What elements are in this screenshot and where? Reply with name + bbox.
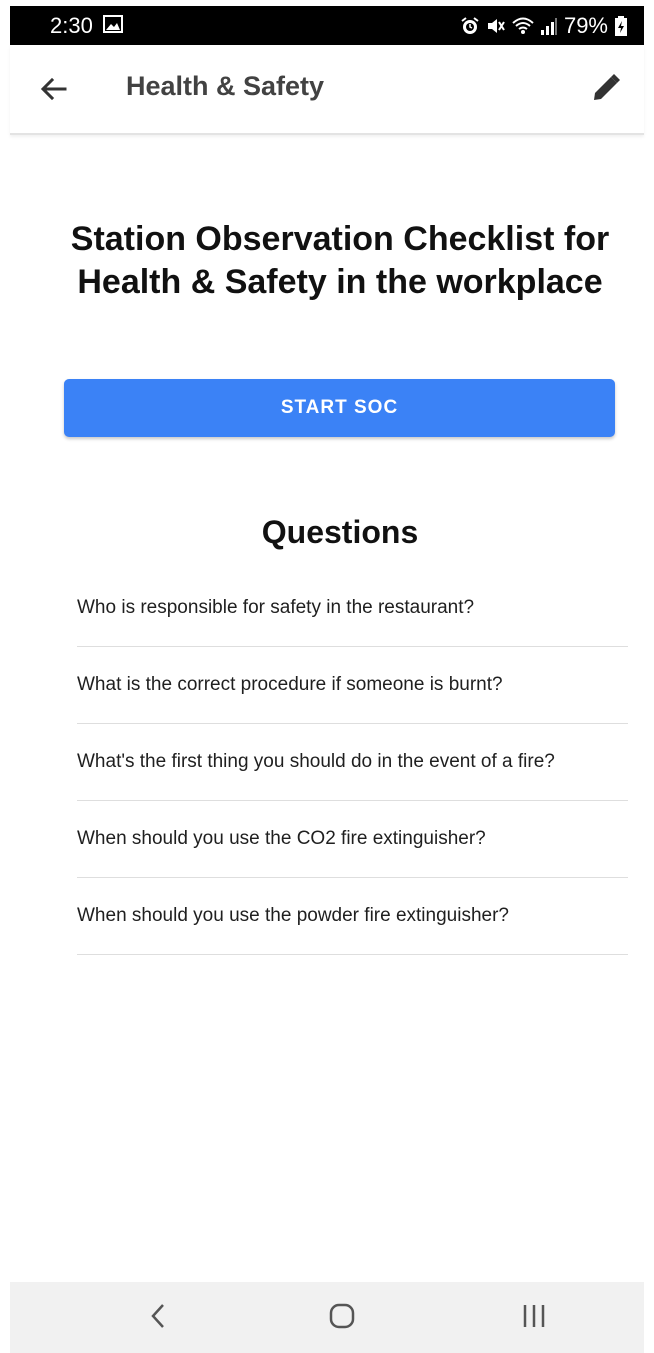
question-text: What is the correct procedure if someone… bbox=[77, 674, 503, 695]
question-item[interactable]: When should you use the powder fire exti… bbox=[77, 878, 628, 955]
back-nav-icon bbox=[148, 1301, 168, 1336]
question-item[interactable]: Who is responsible for safety in the res… bbox=[77, 570, 628, 647]
signal-icon bbox=[540, 16, 558, 36]
mute-icon bbox=[486, 16, 506, 36]
battery-icon bbox=[614, 15, 628, 37]
nav-recents-button[interactable] bbox=[514, 1298, 554, 1338]
status-right: 79% bbox=[460, 13, 628, 39]
question-item[interactable]: What is the correct procedure if someone… bbox=[77, 647, 628, 724]
question-text: When should you use the CO2 fire extingu… bbox=[77, 828, 486, 849]
app-bar: Health & Safety bbox=[10, 45, 644, 135]
question-text: When should you use the powder fire exti… bbox=[77, 905, 509, 926]
wifi-icon bbox=[512, 16, 534, 36]
system-nav-bar bbox=[10, 1282, 644, 1353]
pencil-icon bbox=[591, 73, 621, 108]
status-bar: 2:30 79% bbox=[10, 6, 644, 45]
start-soc-button[interactable]: START SOC bbox=[64, 379, 615, 437]
nav-home-button[interactable] bbox=[322, 1298, 362, 1338]
app-title: Health & Safety bbox=[126, 71, 325, 101]
question-list: Who is responsible for safety in the res… bbox=[77, 570, 628, 955]
status-left: 2:30 bbox=[50, 13, 123, 39]
alarm-icon bbox=[460, 16, 480, 36]
question-item[interactable]: When should you use the CO2 fire extingu… bbox=[77, 801, 628, 878]
screen: 2:30 79% Health & Safety Station Observa… bbox=[0, 0, 654, 1353]
arrow-left-icon bbox=[39, 74, 69, 109]
recents-nav-icon bbox=[520, 1301, 548, 1336]
question-text: Who is responsible for safety in the res… bbox=[77, 597, 475, 618]
nav-back-button[interactable] bbox=[138, 1298, 178, 1338]
status-time: 2:30 bbox=[50, 12, 93, 38]
image-icon bbox=[102, 13, 123, 39]
battery-percent: 79% bbox=[563, 12, 608, 38]
page-heading: Station Observation Checklist for Health… bbox=[70, 220, 610, 301]
question-text: What's the first thing you should do in … bbox=[77, 751, 555, 772]
back-button[interactable] bbox=[36, 73, 72, 109]
questions-title: Questions bbox=[261, 514, 419, 550]
question-item[interactable]: What's the first thing you should do in … bbox=[77, 724, 628, 801]
edit-button[interactable] bbox=[588, 72, 624, 108]
home-nav-icon bbox=[328, 1301, 356, 1336]
